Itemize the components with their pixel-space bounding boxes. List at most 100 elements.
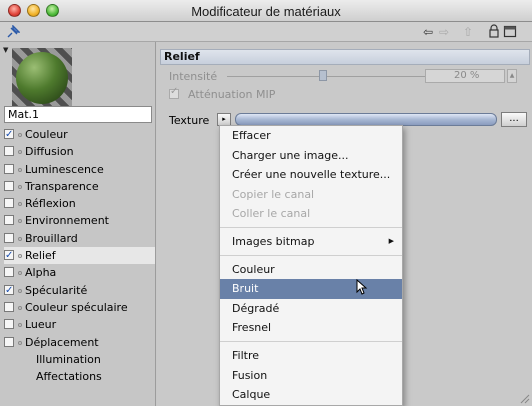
menu-separator: [220, 252, 402, 260]
channel-item[interactable]: Transparence: [4, 178, 155, 195]
channel-label: Réflexion: [25, 197, 76, 211]
window-title: Modificateur de matériaux: [191, 4, 341, 19]
channel-checkbox[interactable]: [4, 180, 14, 191]
channel-checkbox[interactable]: [4, 232, 14, 243]
mip-label: Atténuation MIP: [188, 88, 276, 101]
channel-label: Diffusion: [25, 145, 74, 159]
section-title: Relief: [160, 49, 530, 65]
channel-dot-icon: [18, 254, 22, 259]
menu-item[interactable]: Coller le canal: [220, 204, 402, 224]
browse-button[interactable]: ...: [501, 112, 527, 127]
channel-item[interactable]: Réflexion: [4, 195, 155, 212]
channel-label: Luminescence: [25, 162, 104, 176]
new-window-icon[interactable]: [503, 24, 517, 40]
title-bar: Modificateur de matériaux: [0, 0, 532, 22]
forward-arrow-icon[interactable]: ⇨: [437, 24, 451, 40]
menu-item[interactable]: Créer une nouvelle texture...: [220, 165, 402, 185]
channel-label: Brouillard: [25, 231, 78, 245]
channel-dot-icon: [18, 305, 22, 310]
channel-checkbox[interactable]: [4, 198, 14, 209]
left-panel: ▼ Mat.1 Couleur Diffusion Luminescence Tran…: [0, 42, 156, 406]
channel-item[interactable]: Luminescence: [4, 161, 155, 178]
channel-label: Lueur: [25, 318, 57, 332]
channel-label: Environnement: [25, 214, 109, 228]
channel-item[interactable]: Lueur: [4, 316, 155, 333]
channel-item[interactable]: Couleur spéculaire: [4, 299, 155, 316]
intensity-value-field[interactable]: 20 %: [425, 69, 505, 83]
channel-item[interactable]: Alpha: [4, 264, 155, 281]
channel-item[interactable]: Spécularité: [4, 282, 155, 299]
channel-checkbox[interactable]: [4, 282, 14, 299]
channel-item[interactable]: Couleur: [4, 126, 155, 143]
back-arrow-icon[interactable]: ⇦: [421, 24, 435, 40]
intensity-label: Intensité: [169, 70, 218, 83]
channel-dot-icon: [18, 323, 22, 328]
channel-item[interactable]: Illumination: [4, 351, 155, 368]
material-preview[interactable]: [12, 48, 72, 108]
toolbar: ⇦ ⇨ ⇧: [0, 22, 532, 42]
channel-checkbox[interactable]: [4, 301, 14, 312]
intensity-slider-thumb[interactable]: [319, 70, 327, 81]
menu-item[interactable]: Effacer: [220, 126, 402, 146]
channel-label: Transparence: [25, 179, 99, 193]
channel-checkbox[interactable]: [4, 215, 14, 226]
channel-dot-icon: [18, 184, 22, 189]
channel-label: Alpha: [25, 266, 57, 280]
menu-item[interactable]: Bruit: [220, 279, 402, 299]
channel-dot-icon: [18, 150, 22, 155]
channel-checkbox[interactable]: [4, 146, 14, 157]
channel-item[interactable]: Environnement: [4, 212, 155, 229]
channel-dot-icon: [18, 219, 22, 224]
channel-item[interactable]: Affectations: [4, 368, 155, 385]
menu-item-label: Images bitmap: [232, 234, 315, 248]
up-arrow-icon[interactable]: ⇧: [461, 24, 475, 40]
menu-item[interactable]: Couleur: [220, 260, 402, 280]
material-editor-window: Modificateur de matériaux ⇦ ⇨ ⇧ ▼ Mat.1 …: [0, 0, 532, 406]
channel-list: Couleur Diffusion Luminescence Transparence…: [4, 126, 155, 385]
triangle-down-icon[interactable]: ▼: [3, 46, 8, 54]
menu-separator: [220, 338, 402, 346]
submenu-arrow-icon: ▶: [388, 236, 394, 245]
channel-label: Déplacement: [25, 335, 99, 349]
menu-item[interactable]: Dégradé: [220, 299, 402, 319]
channel-item[interactable]: Brouillard: [4, 230, 155, 247]
channel-dot-icon: [18, 167, 22, 172]
channel-item[interactable]: Diffusion: [4, 143, 155, 160]
channel-checkbox[interactable]: [4, 126, 14, 143]
channel-dot-icon: [18, 288, 22, 293]
channel-label: Couleur spéculaire: [25, 300, 128, 314]
menu-item[interactable]: Charger une image...: [220, 146, 402, 166]
menu-item[interactable]: Calque: [220, 385, 402, 405]
resize-grip-icon[interactable]: [518, 392, 530, 404]
channel-checkbox[interactable]: [4, 163, 14, 174]
menu-item[interactable]: Filtre: [220, 346, 402, 366]
channel-dot-icon: [18, 236, 22, 241]
menu-item[interactable]: Fusion: [220, 366, 402, 386]
menu-item[interactable]: Fresnel: [220, 318, 402, 338]
channel-label: Relief: [25, 249, 56, 263]
texture-context-menu: Effacer Charger une image... Créer une nou…: [219, 125, 403, 406]
channel-item[interactable]: Relief: [4, 247, 155, 265]
lock-icon[interactable]: [487, 24, 501, 40]
menu-item-bitmap[interactable]: Images bitmap ▶: [220, 232, 402, 252]
channel-label: Couleur: [25, 128, 68, 141]
texture-label: Texture: [169, 114, 210, 127]
channel-checkbox[interactable]: [4, 267, 14, 278]
channel-checkbox[interactable]: [4, 319, 14, 330]
material-sphere: [16, 52, 68, 104]
mip-checkbox[interactable]: [169, 86, 179, 99]
channel-dot-icon: [18, 202, 22, 207]
menu-item[interactable]: Copier le canal: [220, 185, 402, 205]
channel-checkbox[interactable]: [4, 247, 14, 264]
channel-label: Spécularité: [25, 283, 88, 297]
intensity-slider-track[interactable]: [227, 76, 427, 77]
channel-item[interactable]: Déplacement: [4, 334, 155, 351]
pin-icon[interactable]: [6, 24, 21, 39]
material-name-field[interactable]: Mat.1: [4, 106, 152, 123]
mouse-cursor-icon: [356, 279, 368, 295]
intensity-stepper[interactable]: ▲: [507, 69, 517, 83]
channel-checkbox[interactable]: [4, 336, 14, 347]
menu-separator: [220, 224, 402, 232]
channel-dot-icon: [18, 133, 22, 137]
channel-dot-icon: [18, 271, 22, 276]
